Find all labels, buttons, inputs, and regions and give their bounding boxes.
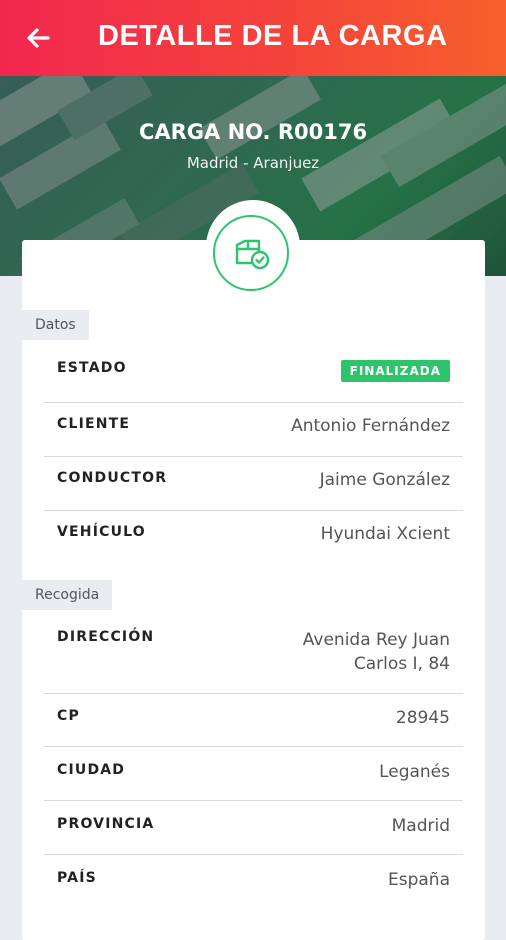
route-subtitle: Madrid - Aranjuez bbox=[186, 154, 320, 172]
arrow-left-icon[interactable] bbox=[22, 22, 54, 54]
badge-ring bbox=[213, 215, 289, 291]
conductor-row: CONDUCTOR Jaime González bbox=[44, 470, 463, 511]
cp-label: CP bbox=[57, 708, 80, 724]
cliente-value: Antonio Fernández bbox=[291, 416, 450, 436]
status-badge: FINALIZADA bbox=[340, 360, 450, 382]
ciudad-row: CIUDAD Leganés bbox=[44, 762, 463, 801]
package-check-icon bbox=[235, 239, 270, 270]
pais-value: España bbox=[388, 870, 450, 890]
pais-label: PAÍS bbox=[57, 870, 97, 886]
direccion-row: DIRECCIÓN Avenida Rey Juan Carlos I, 84 bbox=[44, 629, 463, 694]
provincia-row: PROVINCIA Madrid bbox=[44, 816, 463, 855]
conductor-value: Jaime González bbox=[319, 470, 450, 490]
cliente-row: CLIENTE Antonio Fernández bbox=[44, 416, 463, 457]
direccion-value: Avenida Rey Juan Carlos I, 84 bbox=[303, 628, 450, 676]
cliente-label: CLIENTE bbox=[57, 416, 131, 432]
provincia-label: PROVINCIA bbox=[57, 816, 155, 832]
vehiculo-value: Hyundai Xcient bbox=[320, 524, 450, 544]
cp-row: CP 28945 bbox=[44, 708, 463, 747]
app-bar: DETALLE DE LA CARGA bbox=[0, 0, 506, 76]
direccion-line2: Carlos I, 84 bbox=[353, 654, 450, 674]
direccion-label: DIRECCIÓN bbox=[57, 629, 155, 645]
direccion-line1: Avenida Rey Juan bbox=[302, 630, 450, 650]
vehiculo-label: VEHÍCULO bbox=[57, 524, 146, 540]
estado-label: ESTADO bbox=[57, 360, 127, 376]
ciudad-label: CIUDAD bbox=[57, 762, 126, 778]
section-label-recogida: Recogida bbox=[22, 580, 113, 610]
cargo-number: CARGA NO. R00176 bbox=[138, 120, 368, 144]
ciudad-value: Leganés bbox=[379, 762, 450, 782]
vehiculo-row: VEHÍCULO Hyundai Xcient bbox=[44, 524, 463, 564]
conductor-label: CONDUCTOR bbox=[57, 470, 168, 486]
cp-value: 28945 bbox=[395, 708, 450, 728]
pais-row: PAÍS España bbox=[44, 870, 463, 900]
provincia-value: Madrid bbox=[391, 816, 450, 836]
page-title: DETALLE DE LA CARGA bbox=[98, 20, 448, 52]
section-label-datos: Datos bbox=[22, 310, 89, 340]
estado-row: ESTADO FINALIZADA bbox=[44, 360, 463, 403]
